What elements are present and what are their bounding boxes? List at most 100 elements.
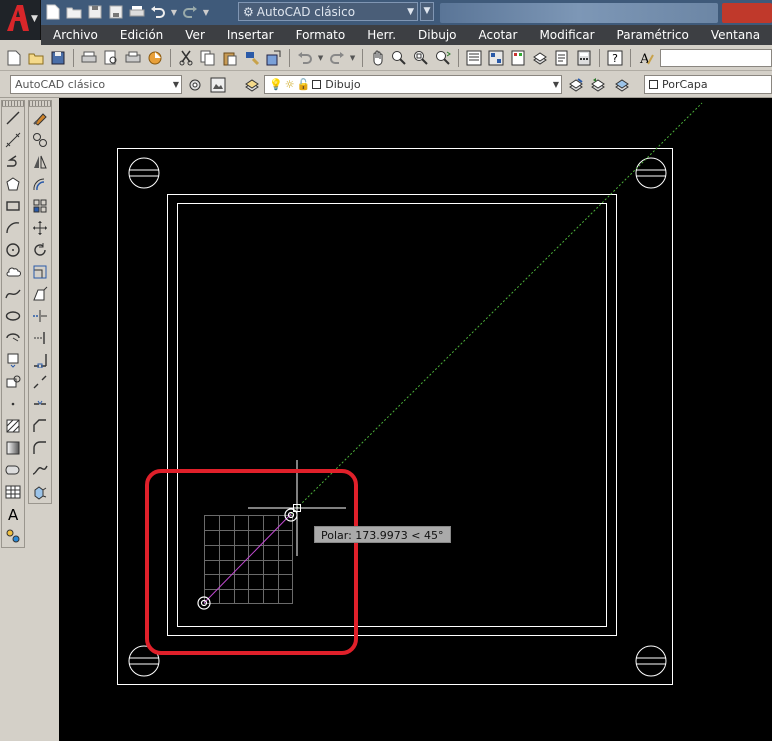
copy-clip-icon[interactable] [198,48,218,68]
qnew-icon[interactable] [4,48,24,68]
break-at-point-icon[interactable] [29,349,51,371]
tool-palettes-icon[interactable] [508,48,528,68]
chamfer-icon[interactable] [29,415,51,437]
make-object-layer-current-icon[interactable] [566,75,586,95]
menu-acotar[interactable]: Acotar [467,28,528,42]
open-icon[interactable] [26,48,46,68]
menu-ventana[interactable]: Ventana [699,28,770,42]
layer-properties-icon[interactable] [242,75,262,95]
workspace-select[interactable]: ⚙ AutoCAD clásico ▼ [238,2,418,21]
hatch-icon[interactable] [2,415,24,437]
menu-parametrico[interactable]: Paramétrico [605,28,699,42]
rectangle-icon[interactable] [2,195,24,217]
extend-icon[interactable] [29,327,51,349]
menu-dibujo[interactable]: Dibujo [406,28,466,42]
undo-icon[interactable] [295,48,315,68]
ellipse-icon[interactable] [2,305,24,327]
3d-print-icon[interactable] [145,48,165,68]
plot-icon[interactable] [79,48,99,68]
text-style-input[interactable] [660,48,772,67]
mirror-icon[interactable] [29,151,51,173]
mtext-icon[interactable]: A [2,503,24,525]
pan-icon[interactable] [368,48,388,68]
markup-set-icon[interactable] [552,48,572,68]
layer-state-manager-icon[interactable] [612,75,632,95]
redo-dropdown-icon[interactable]: ▼ [349,48,357,68]
new-icon[interactable] [44,3,62,21]
make-block-icon[interactable] [2,371,24,393]
undo-dropdown-icon[interactable]: ▼ [170,3,178,21]
arc-icon[interactable] [2,217,24,239]
redo-icon[interactable] [181,3,199,21]
menu-edicion[interactable]: Edición [108,28,173,42]
trim-icon[interactable] [29,305,51,327]
drawing-area[interactable]: Polar: 173.9973 < 45° [59,98,772,741]
polyline-icon[interactable] [2,151,24,173]
spline-icon[interactable] [2,283,24,305]
table-icon[interactable] [2,481,24,503]
menu-herramientas[interactable]: Herr. [355,28,406,42]
scale-icon[interactable] [29,261,51,283]
polygon-icon[interactable] [2,173,24,195]
help-icon[interactable]: ? [605,48,625,68]
color-combo[interactable]: PorCapa [644,75,772,94]
point-icon[interactable] [2,393,24,415]
menu-formato[interactable]: Formato [284,28,356,42]
ellipse-arc-icon[interactable] [2,327,24,349]
break-icon[interactable] [29,371,51,393]
construction-line-icon[interactable] [2,129,24,151]
offset-icon[interactable] [29,173,51,195]
paste-icon[interactable] [220,48,240,68]
region-icon[interactable] [2,459,24,481]
plot-icon[interactable] [128,3,146,21]
redo-icon[interactable] [327,48,347,68]
save-icon[interactable] [48,48,68,68]
copy-icon[interactable] [29,129,51,151]
design-center-icon[interactable] [486,48,506,68]
zoom-previous-icon[interactable] [433,48,453,68]
blend-curves-icon[interactable] [29,459,51,481]
text-style-icon[interactable]: A [636,48,656,68]
customize-qat-button[interactable]: ▼ [420,2,434,21]
stretch-icon[interactable] [29,283,51,305]
line-icon[interactable] [2,107,24,129]
application-menu-button[interactable]: ▼ [0,0,41,40]
undo-dropdown-icon[interactable]: ▼ [317,48,325,68]
fillet-icon[interactable] [29,437,51,459]
array-icon[interactable] [29,195,51,217]
properties-icon[interactable] [464,48,484,68]
rotate-icon[interactable] [29,239,51,261]
menu-modificar[interactable]: Modificar [527,28,604,42]
undo-icon[interactable] [149,3,167,21]
explode-icon[interactable] [29,481,51,503]
save-icon[interactable] [86,3,104,21]
workspace-combo[interactable]: AutoCAD clásico ▼ [10,75,182,94]
block-editor-icon[interactable] [264,48,284,68]
plot-preview-icon[interactable] [101,48,121,68]
join-icon[interactable] [29,393,51,415]
menu-insertar[interactable]: Insertar [215,28,284,42]
sheet-set-manager-icon[interactable] [530,48,550,68]
cut-icon[interactable] [176,48,196,68]
my-workspace-icon[interactable] [208,75,228,95]
add-selected-icon[interactable] [2,525,24,547]
close-window-button[interactable] [722,3,772,23]
open-icon[interactable] [65,3,83,21]
circle-icon[interactable] [2,239,24,261]
zoom-realtime-icon[interactable] [390,48,410,68]
save-as-icon[interactable] [107,3,125,21]
quickcalc-icon[interactable] [574,48,594,68]
layer-previous-icon[interactable] [588,75,608,95]
layer-combo[interactable]: 💡 ☼ 🔓 Dibujo ▼ [264,75,562,94]
move-icon[interactable] [29,217,51,239]
menu-ver[interactable]: Ver [173,28,215,42]
publish-icon[interactable] [123,48,143,68]
menu-archivo[interactable]: Archivo [41,28,108,42]
match-properties-icon[interactable] [242,48,262,68]
insert-block-icon[interactable] [2,349,24,371]
workspace-settings-icon[interactable] [185,75,205,95]
erase-icon[interactable] [29,107,51,129]
revision-cloud-icon[interactable] [2,261,24,283]
redo-dropdown-icon[interactable]: ▼ [202,3,210,21]
gradient-icon[interactable] [2,437,24,459]
